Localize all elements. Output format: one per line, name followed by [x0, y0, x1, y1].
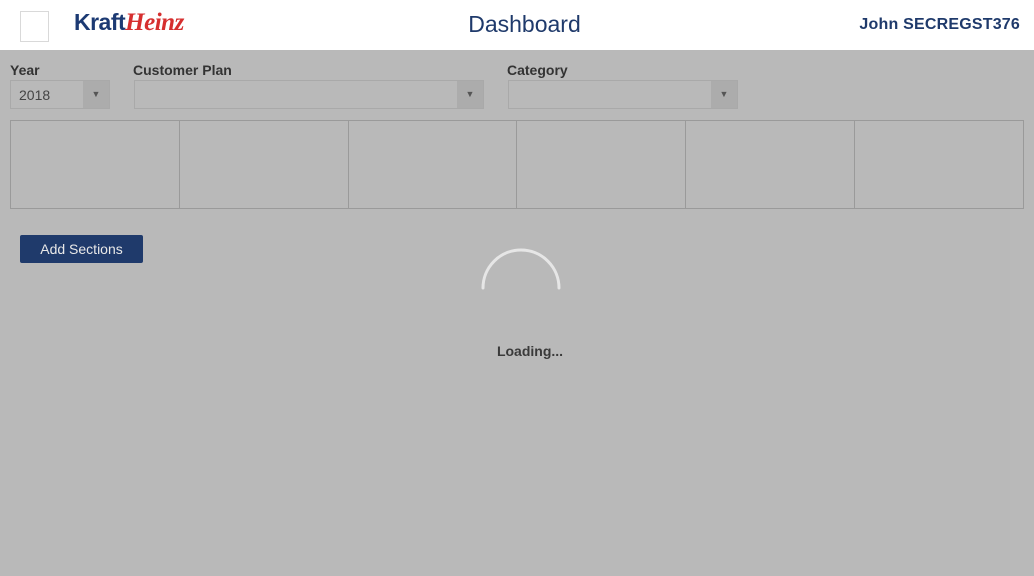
kpi-card[interactable] [686, 121, 856, 208]
kpi-card[interactable] [517, 121, 687, 208]
chevron-down-icon: ▼ [711, 81, 737, 108]
year-select-value: 2018 [19, 87, 51, 103]
user-name[interactable]: John SECREGST376 [859, 16, 1020, 34]
loading-text: Loading... [496, 343, 564, 359]
kpi-card[interactable] [349, 121, 518, 208]
add-sections-button[interactable]: Add Sections [20, 235, 143, 263]
category-label: Category [507, 62, 568, 78]
chevron-down-icon: ▼ [457, 81, 483, 108]
kpi-card[interactable] [855, 121, 1023, 208]
kpi-card-row [10, 120, 1024, 209]
year-select[interactable]: 2018 ▼ [10, 80, 110, 109]
year-label: Year [10, 62, 40, 78]
dashboard-content: Year 2018 ▼ Customer Plan ▼ Category ▼ A… [0, 50, 1034, 576]
kpi-card[interactable] [11, 121, 180, 208]
app-header: KraftHeinz Dashboard John SECREGST376 [0, 0, 1034, 50]
loading-spinner-icon [481, 248, 561, 290]
chevron-down-icon: ▼ [83, 81, 109, 108]
kpi-card[interactable] [180, 121, 349, 208]
category-select[interactable]: ▼ [508, 80, 738, 109]
customer-plan-label: Customer Plan [133, 62, 232, 78]
customer-plan-select[interactable]: ▼ [134, 80, 484, 109]
